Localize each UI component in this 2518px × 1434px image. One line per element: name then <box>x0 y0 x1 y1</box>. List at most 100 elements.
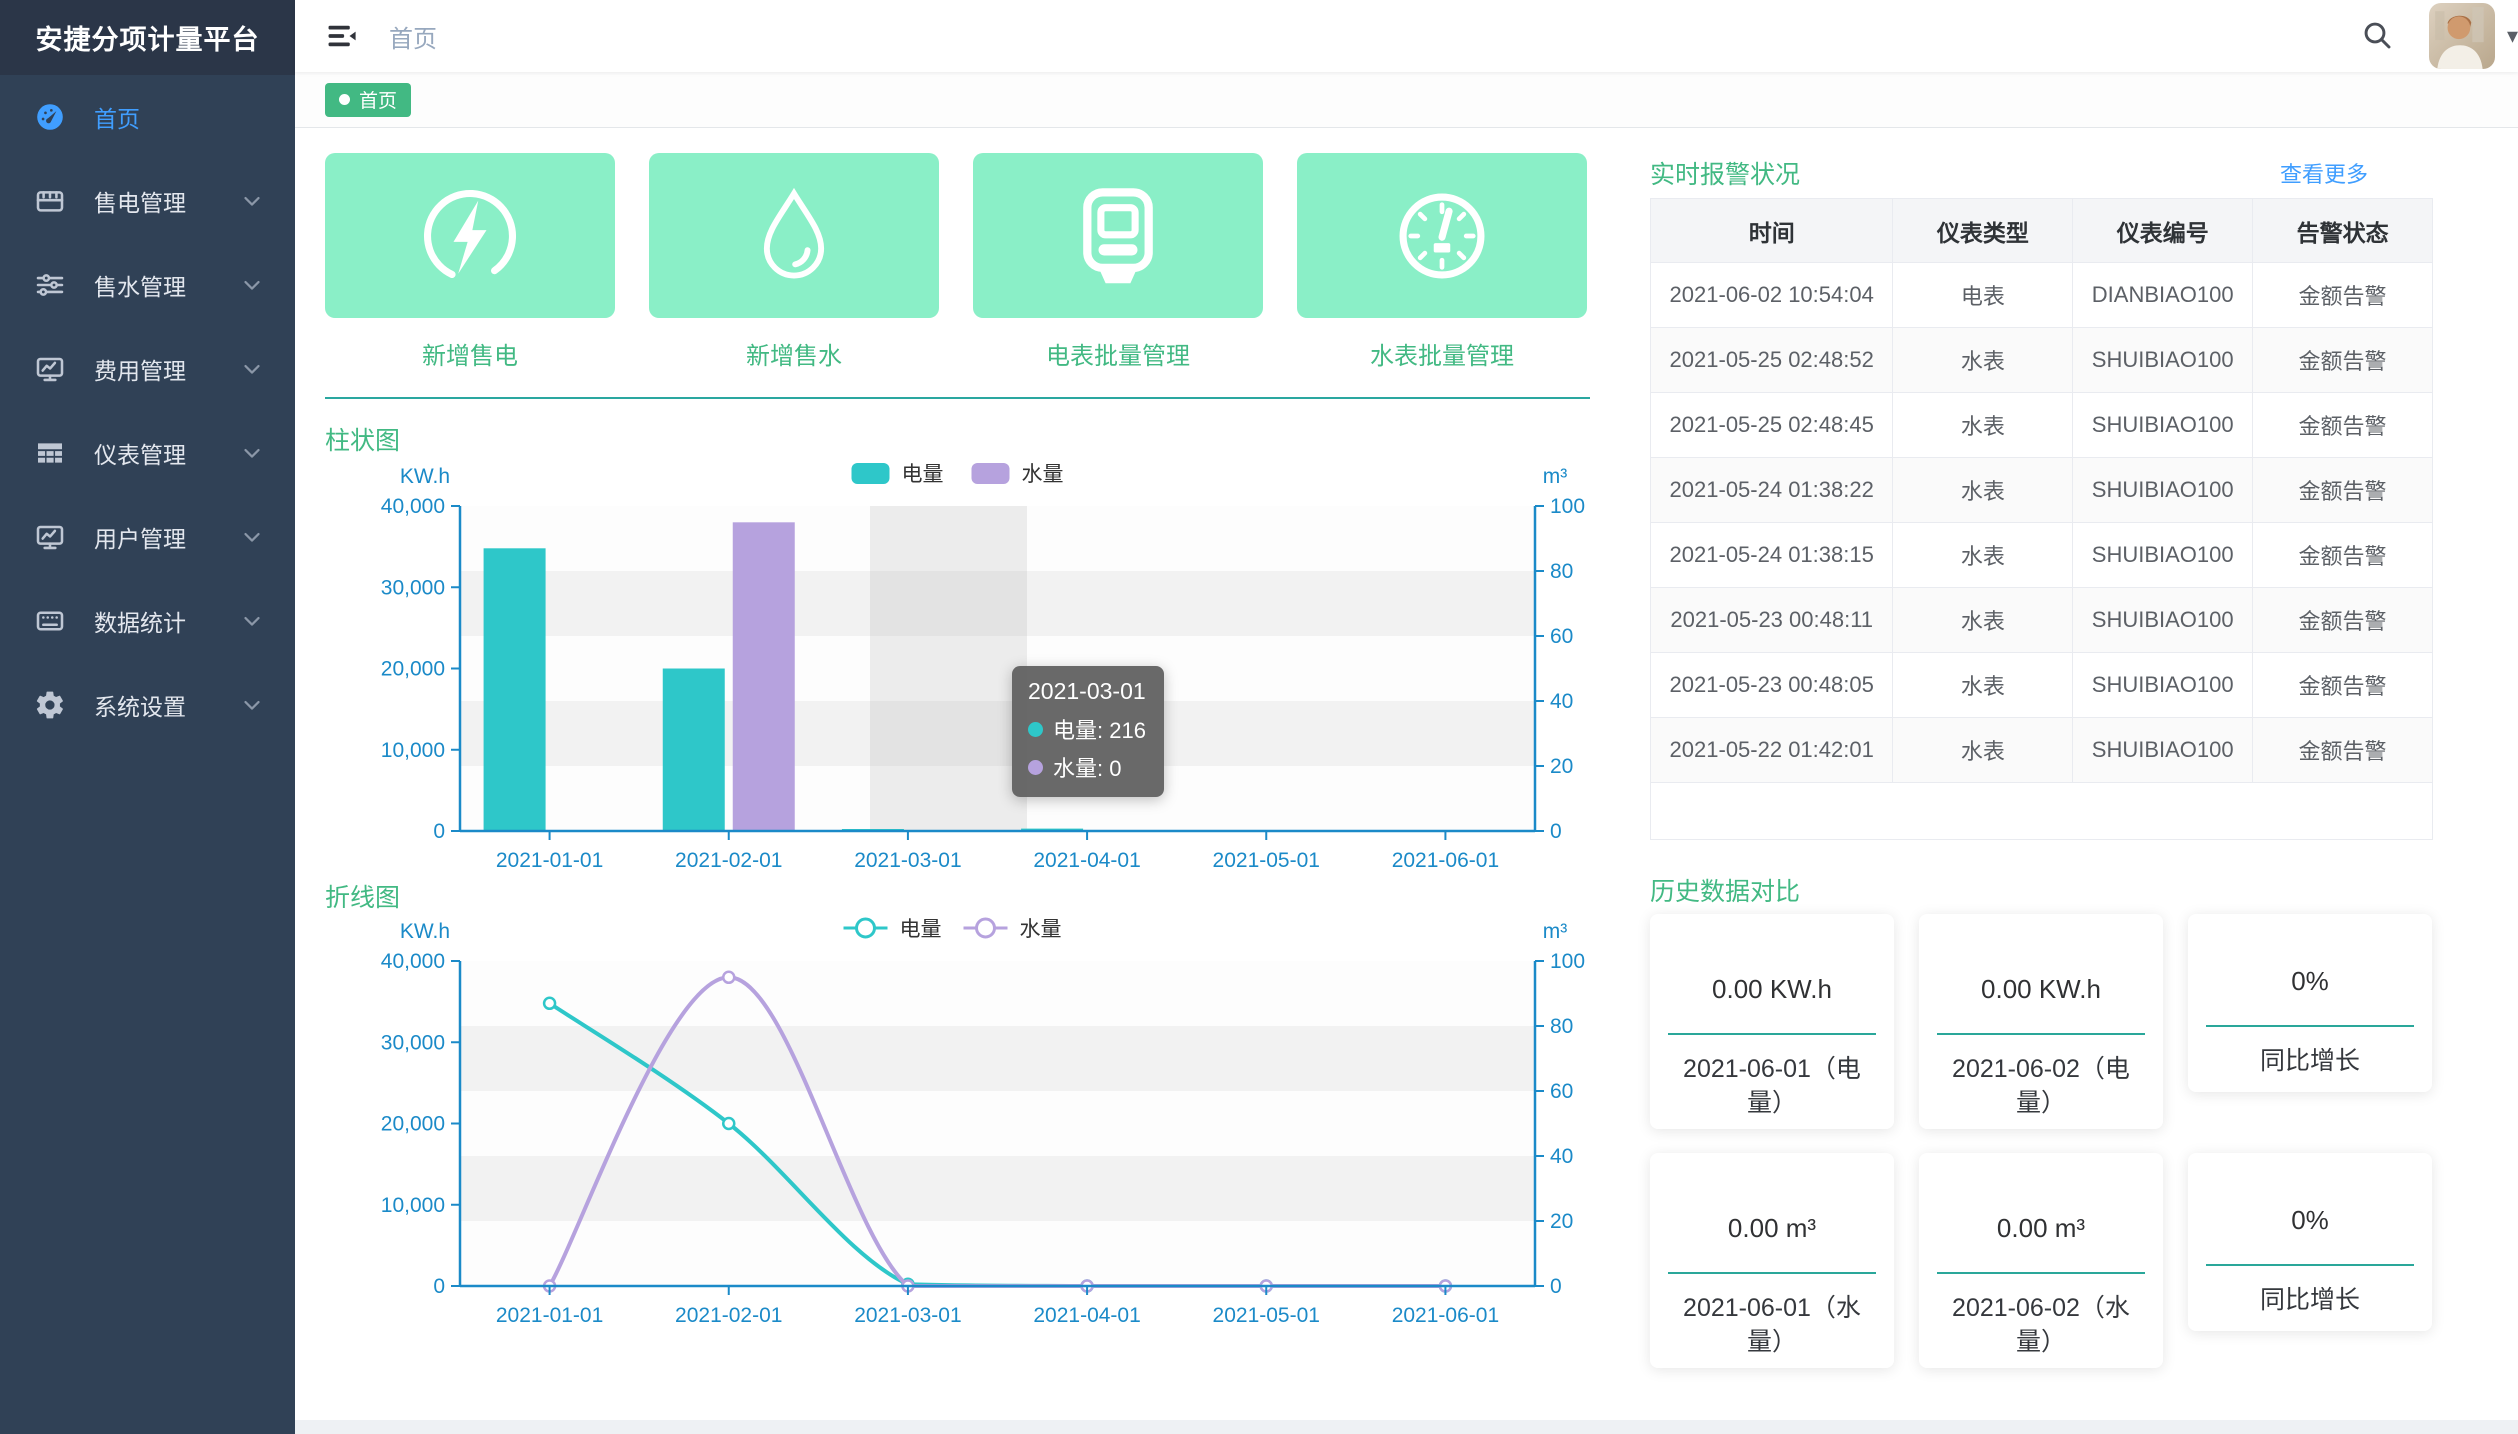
alarm-table-row: 2021-05-24 01:38:22水表SHUIBIAO100金额告警 <box>1651 458 2433 523</box>
svg-text:0: 0 <box>1550 820 1562 843</box>
alarm-column-header: 时间 <box>1651 199 1893 263</box>
history-divider <box>1937 1272 2144 1274</box>
alarm-cell: 2021-05-23 00:48:11 <box>1651 588 1893 653</box>
info-column: 实时报警状况 查看更多 时间仪表类型仪表编号告警状态 2021-06-02 10… <box>1650 153 2433 1368</box>
water-sale-icon <box>34 268 68 302</box>
history-label: 2021-06-02（水量） <box>1919 1292 2163 1360</box>
section-divider <box>325 397 1590 399</box>
svg-text:10,000: 10,000 <box>381 1194 445 1217</box>
svg-text:30,000: 30,000 <box>381 576 445 599</box>
alarm-table-header-row: 时间仪表类型仪表编号告警状态 <box>1651 199 2433 263</box>
statistics-icon <box>34 604 68 638</box>
svg-text:40: 40 <box>1550 1145 1573 1168</box>
history-divider <box>2206 1264 2413 1266</box>
history-divider <box>1937 1033 2144 1035</box>
sidebar-item-5[interactable]: 用户管理 <box>0 495 295 579</box>
quick-action-3[interactable]: 水表批量管理 <box>1297 153 1587 371</box>
svg-text:2021-06-01: 2021-06-01 <box>1392 849 1499 872</box>
sidebar-item-3[interactable]: 费用管理 <box>0 327 295 411</box>
navbar-right: ▾ <box>2361 3 2504 69</box>
sidebar-item-2[interactable]: 售水管理 <box>0 243 295 327</box>
svg-text:40: 40 <box>1550 690 1573 713</box>
bar-chart-canvas[interactable]: 电量水量KW.hm³010,00020,00030,00040,00002040… <box>325 453 1590 878</box>
svg-text:0: 0 <box>1550 1275 1562 1298</box>
sidebar-item-1[interactable]: 售电管理 <box>0 159 295 243</box>
svg-text:20: 20 <box>1550 1210 1573 1233</box>
svg-text:2021-04-01: 2021-04-01 <box>1033 1304 1140 1327</box>
app-title: 安捷分项计量平台 <box>36 18 260 57</box>
tag-home[interactable]: 首页 <box>325 83 411 117</box>
svg-text:40,000: 40,000 <box>381 495 445 518</box>
svg-text:100: 100 <box>1550 495 1585 518</box>
alarm-column-header: 仪表编号 <box>2073 199 2253 263</box>
alarm-table-row: 2021-05-24 01:38:15水表SHUIBIAO100金额告警 <box>1651 523 2433 588</box>
alarm-cell: 金额告警 <box>2253 718 2433 783</box>
user-avatar[interactable] <box>2429 3 2495 69</box>
bar-chart[interactable]: 电量水量KW.hm³010,00020,00030,00040,00002040… <box>325 453 1590 878</box>
app-root: 安捷分项计量平台 首页售电管理售水管理费用管理仪表管理用户管理数据统计系统设置 … <box>0 0 2518 1434</box>
svg-text:20,000: 20,000 <box>381 658 445 681</box>
quick-action-2[interactable]: 电表批量管理 <box>973 153 1263 371</box>
bar-chart-title: 柱状图 <box>325 421 1590 453</box>
main-area: 首页 ▾ <box>295 0 2518 1434</box>
svg-text:m³: m³ <box>1543 465 1568 488</box>
alarm-table-row: 2021-06-02 10:54:04电表DIANBIAO100金额告警 <box>1651 263 2433 328</box>
svg-text:2021-05-01: 2021-05-01 <box>1213 1304 1320 1327</box>
svg-text:2021-01-01: 2021-01-01 <box>496 1304 603 1327</box>
hover-band <box>870 506 1027 831</box>
view-more-link[interactable]: 查看更多 <box>2280 157 2433 189</box>
sidebar-collapse-icon[interactable] <box>325 19 359 53</box>
history-value: 0.00 KW.h <box>1981 974 2101 1005</box>
svg-text:80: 80 <box>1550 560 1573 583</box>
svg-text:2021-03-01: 2021-03-01 <box>854 1304 961 1327</box>
sidebar-item-label: 系统设置 <box>94 688 239 722</box>
alarm-table-row: 2021-05-23 00:48:05水表SHUIBIAO100金额告警 <box>1651 653 2433 718</box>
avatar-caret-down-icon[interactable]: ▾ <box>2507 23 2518 49</box>
chevron-down-icon <box>239 356 265 382</box>
svg-text:60: 60 <box>1550 625 1573 648</box>
chevron-down-icon <box>239 440 265 466</box>
sidebar-item-7[interactable]: 系统设置 <box>0 663 295 747</box>
history-card-5: 0%同比增长 <box>2188 1153 2432 1331</box>
alarm-cell: 水表 <box>1893 718 2073 783</box>
search-icon[interactable] <box>2361 19 2395 53</box>
quick-action-1[interactable]: 新增售水 <box>649 153 939 371</box>
svg-text:2021-04-01: 2021-04-01 <box>1033 849 1140 872</box>
sidebar-item-home[interactable]: 首页 <box>0 75 295 159</box>
tooltip-row: 电量: 216 <box>1028 713 1146 745</box>
alarm-cell: SHUIBIAO100 <box>2073 328 2253 393</box>
sidebar-item-6[interactable]: 数据统计 <box>0 579 295 663</box>
alarm-cell: SHUIBIAO100 <box>2073 718 2253 783</box>
history-divider <box>2206 1025 2413 1027</box>
sidebar-menu: 首页售电管理售水管理费用管理仪表管理用户管理数据统计系统设置 <box>0 75 295 747</box>
alarm-cell: SHUIBIAO100 <box>2073 393 2253 458</box>
svg-text:2021-03-01: 2021-03-01 <box>854 849 961 872</box>
history-label: 2021-06-01（电量） <box>1650 1053 1894 1121</box>
history-card-3: 0.00 m³2021-06-01（水量） <box>1650 1153 1894 1368</box>
line-chart-canvas[interactable]: 电量水量KW.hm³010,00020,00030,00040,00002040… <box>325 908 1590 1333</box>
meter-management-icon <box>34 436 68 470</box>
top-navbar: 首页 ▾ <box>295 0 2518 72</box>
alarm-cell: 水表 <box>1893 458 2073 523</box>
svg-text:20,000: 20,000 <box>381 1113 445 1136</box>
app-logo-bar: 安捷分项计量平台 <box>0 0 295 75</box>
chevron-down-icon <box>239 692 265 718</box>
tags-view-bar: 首页 <box>295 72 2518 128</box>
line-chart[interactable]: 电量水量KW.hm³010,00020,00030,00040,00002040… <box>325 908 1590 1333</box>
history-label: 2021-06-01（水量） <box>1650 1292 1894 1360</box>
tag-active-dot <box>339 94 350 105</box>
sidebar-item-label: 首页 <box>94 100 265 134</box>
history-label: 同比增长 <box>2236 1284 2384 1318</box>
svg-text:电量: 电量 <box>900 918 942 941</box>
water-drop-icon <box>649 153 939 318</box>
alarm-cell: 2021-06-02 10:54:04 <box>1651 263 1893 328</box>
user-management-icon <box>34 520 68 554</box>
svg-text:10,000: 10,000 <box>381 739 445 762</box>
tooltip-row: 水量: 0 <box>1028 751 1146 783</box>
quick-action-label: 新增售水 <box>746 336 842 371</box>
sidebar-item-4[interactable]: 仪表管理 <box>0 411 295 495</box>
history-card-2: 0%同比增长 <box>2188 914 2432 1092</box>
quick-action-0[interactable]: 新增售电 <box>325 153 615 371</box>
sidebar: 安捷分项计量平台 首页售电管理售水管理费用管理仪表管理用户管理数据统计系统设置 <box>0 0 295 1434</box>
dashboard-icon <box>34 100 68 134</box>
